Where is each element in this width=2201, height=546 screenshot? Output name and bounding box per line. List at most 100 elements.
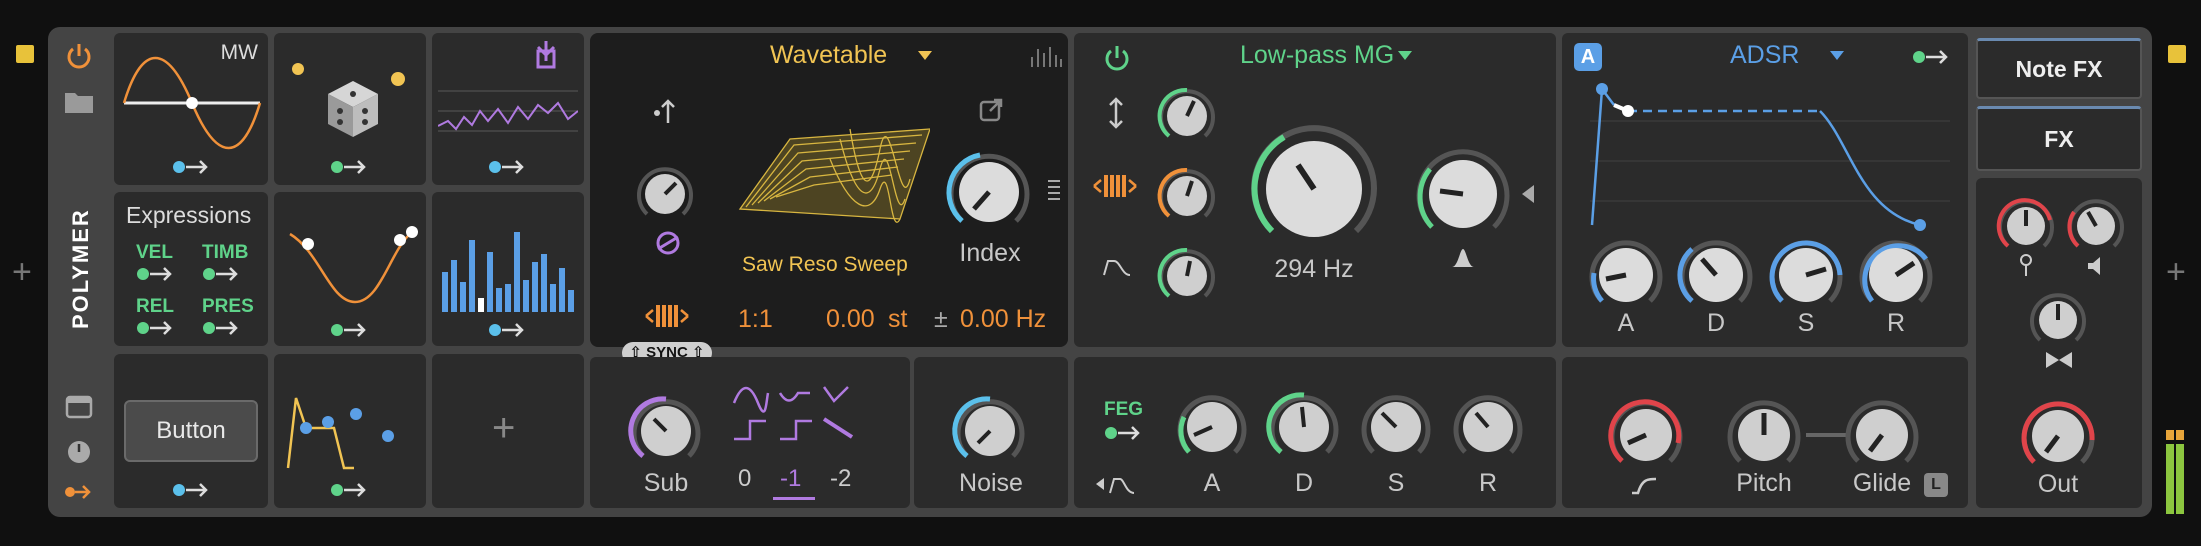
expression-rel: REL (136, 296, 174, 317)
legato-badge[interactable]: L (1924, 473, 1948, 497)
vel-out-arrow-icon[interactable] (136, 264, 176, 284)
amp-r-label: R (1886, 309, 1906, 337)
amp-out-arrow-icon[interactable] (1912, 47, 1952, 67)
amp-attack-knob[interactable] (1584, 233, 1668, 317)
curve-shape-icon[interactable] (1630, 475, 1658, 495)
modulation-target-icon[interactable] (654, 229, 682, 257)
cutoff-knob[interactable] (1244, 119, 1384, 259)
clock-icon[interactable] (66, 439, 92, 465)
feg-release-knob[interactable] (1448, 387, 1528, 467)
rel-out-arrow-icon[interactable] (136, 318, 176, 338)
wavetable-name[interactable]: Saw Reso Sweep (742, 253, 908, 277)
sub-waveform-selector[interactable] (730, 379, 860, 445)
output-pan-knob[interactable] (2026, 288, 2090, 352)
modulation-out-icon[interactable] (64, 482, 94, 502)
filter-power-icon[interactable] (1102, 43, 1132, 73)
resonance-arrow-icon[interactable] (1522, 185, 1534, 203)
window-icon[interactable] (65, 395, 93, 419)
feg-attack-knob[interactable] (1172, 387, 1252, 467)
insert-device-after-button[interactable]: + (2166, 255, 2186, 289)
feg-out-arrow-icon[interactable] (1104, 423, 1144, 443)
wavetable-display[interactable] (730, 109, 930, 249)
fx-button[interactable]: FX (1976, 106, 2142, 171)
fine-hz-value[interactable]: 0.00 Hz (960, 305, 1046, 334)
mod-out-arrow-icon[interactable] (488, 157, 528, 177)
pin-icon (2020, 254, 2032, 276)
index-knob[interactable] (942, 145, 1036, 239)
feg-decay-knob[interactable] (1264, 387, 1344, 467)
osc-knob[interactable] (632, 161, 698, 227)
resonance-knob[interactable] (1410, 141, 1516, 247)
output-red-knob-1[interactable] (1994, 194, 2058, 258)
filter-small-knob-3[interactable] (1154, 243, 1220, 309)
random-modulator-slot[interactable] (274, 33, 426, 185)
mod-out-arrow-icon[interactable] (330, 480, 370, 500)
filter-keytrack-icon[interactable] (1092, 173, 1138, 199)
button-modulator-button[interactable]: Button (124, 400, 258, 462)
adsr-graph[interactable] (1590, 81, 1950, 241)
resonance-arrows-icon[interactable] (1106, 97, 1126, 129)
glide-knob[interactable] (1840, 393, 1924, 477)
feg-shape-icon[interactable] (1096, 473, 1136, 495)
octave-minus-2[interactable]: -2 (830, 465, 851, 493)
filter-shape-icon[interactable] (1102, 255, 1132, 279)
mod-out-arrow-icon[interactable] (172, 157, 212, 177)
filter-type-selector[interactable]: Low-pass MG (1240, 41, 1394, 70)
steps-modulator-slot[interactable] (432, 192, 584, 346)
wavetable-bars-icon[interactable] (1030, 45, 1062, 69)
semitone-value[interactable]: 0.00 (826, 305, 875, 334)
amp-badge[interactable]: A (1574, 43, 1602, 71)
lfo-modulator-slot[interactable]: MW (114, 33, 268, 185)
chevron-down-icon[interactable] (1398, 51, 1412, 61)
timb-out-arrow-icon[interactable] (202, 264, 242, 284)
noise-panel: Noise (914, 357, 1068, 508)
output-red-knob-2[interactable] (2064, 194, 2128, 258)
out-knob[interactable] (2016, 394, 2100, 478)
sub-knob[interactable] (626, 391, 706, 471)
button-modulator-slot[interactable]: Button (114, 354, 268, 508)
keyboard-tracking-icon[interactable] (644, 303, 690, 329)
pres-out-arrow-icon[interactable] (202, 318, 242, 338)
sub-label: Sub (643, 469, 689, 497)
expressions-modulator-slot[interactable]: Expressions VEL TIMB REL PRES (114, 192, 268, 346)
amp-sustain-knob[interactable] (1764, 233, 1848, 317)
feg-a-label: A (1203, 469, 1221, 497)
add-modulator-slot[interactable]: + (432, 354, 584, 508)
chevron-down-icon[interactable] (918, 51, 932, 61)
octave-minus-1[interactable]: -1 (780, 465, 801, 493)
folder-icon[interactable] (63, 89, 95, 115)
out-label: Out (2037, 470, 2079, 498)
device-name: POLYMER (68, 208, 93, 329)
curve-graph (289, 226, 418, 304)
menu-lines-icon[interactable] (1048, 179, 1060, 201)
oscillator-type-selector[interactable]: Wavetable (770, 41, 887, 70)
power-icon[interactable] (64, 41, 94, 71)
envelope-modulator-slot[interactable] (274, 354, 426, 508)
insert-device-before-button[interactable]: + (12, 255, 32, 289)
pitch-arrow-icon[interactable] (652, 97, 678, 125)
mod-out-arrow-icon[interactable] (172, 480, 212, 500)
curve-modulator-slot[interactable] (274, 192, 426, 346)
feg-sustain-knob[interactable] (1356, 387, 1436, 467)
amp-env-type-selector[interactable]: ADSR (1730, 41, 1799, 70)
mod-out-arrow-icon[interactable] (488, 320, 528, 340)
sample-hold-modulator-slot[interactable] (432, 33, 584, 185)
add-modulator-button[interactable]: + (492, 406, 515, 451)
mod-out-arrow-icon[interactable] (330, 320, 370, 340)
external-link-icon[interactable] (978, 97, 1004, 123)
sub-oscillator-panel: Sub 0 -1 -2 (590, 357, 910, 508)
filter-small-knob-2[interactable] (1154, 163, 1220, 229)
note-fx-button[interactable]: Note FX (1976, 38, 2142, 99)
octave-0[interactable]: 0 (738, 465, 751, 493)
pitch-knob[interactable] (1722, 393, 1806, 477)
noise-knob[interactable] (950, 391, 1030, 471)
sample-hold-graph (438, 41, 578, 132)
filter-small-knob-1[interactable] (1154, 83, 1220, 149)
chevron-down-icon[interactable] (1830, 51, 1844, 61)
amp-decay-knob[interactable] (1674, 233, 1758, 317)
mod-out-arrow-icon[interactable] (330, 157, 370, 177)
amp-release-knob[interactable] (1854, 233, 1938, 317)
speaker-icon (2088, 257, 2100, 275)
ratio-value[interactable]: 1:1 (738, 305, 773, 334)
velocity-knob[interactable] (1604, 393, 1688, 477)
